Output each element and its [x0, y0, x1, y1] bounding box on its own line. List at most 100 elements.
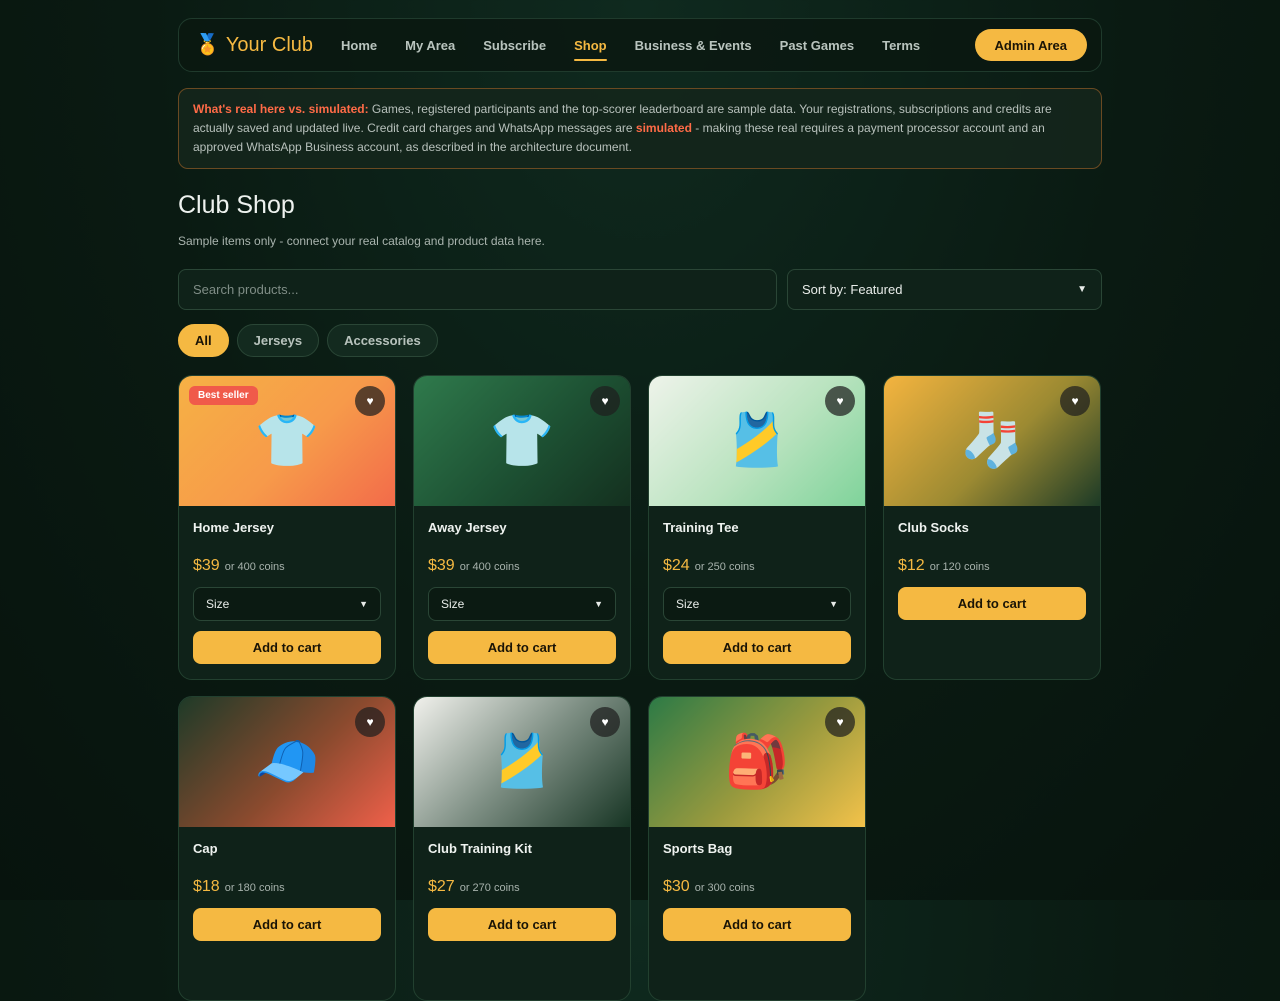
product-image[interactable]: 🧢 ♥ — [179, 697, 395, 827]
product-card: 🧢 ♥ Cap $18 or 180 coins Add to cart — [178, 696, 396, 1001]
product-name: Club Socks — [898, 520, 969, 535]
nav-my-area[interactable]: My Area — [391, 19, 469, 71]
chevron-down-icon: ▼ — [829, 599, 838, 609]
filter-all[interactable]: All — [178, 324, 229, 357]
product-info: Cap $18 or 180 coins Add to cart — [179, 827, 395, 941]
best-seller-badge: Best seller — [189, 386, 258, 405]
product-image[interactable]: 🎽 ♥ — [649, 376, 865, 506]
heart-icon[interactable]: ♥ — [825, 707, 855, 737]
search-input[interactable] — [178, 269, 777, 310]
add-to-cart-button[interactable]: Add to cart — [663, 908, 851, 941]
nav-terms[interactable]: Terms — [868, 19, 934, 71]
price-row: $39 or 400 coins — [193, 557, 381, 575]
admin-area-button[interactable]: Admin Area — [974, 29, 1087, 61]
nav-home[interactable]: Home — [327, 19, 391, 71]
search-row: Sort by: Featured ▼ — [178, 269, 1102, 310]
price-row: $27 or 270 coins — [428, 878, 616, 896]
brand[interactable]: 🏅 Your Club — [195, 34, 313, 57]
sort-value: Sort by: Featured — [802, 282, 903, 297]
nav-past-games[interactable]: Past Games — [766, 19, 868, 71]
product-name: Home Jersey — [193, 520, 274, 535]
product-image[interactable]: 👕 ♥ — [414, 376, 630, 506]
simulation-notice: What's real here vs. simulated: Games, r… — [178, 88, 1102, 169]
product-name: Sports Bag — [663, 841, 733, 856]
nav-subscribe[interactable]: Subscribe — [469, 19, 560, 71]
product-card: 🎒 ♥ Sports Bag $30 or 300 coins Add to cart — [648, 696, 866, 1001]
medal-icon: 🏅 — [195, 34, 220, 56]
size-select-value: Size — [206, 597, 230, 611]
product-info: Away Jersey $39 or 400 coins Size ▼ Add to ca… — [414, 506, 630, 664]
product-card: 👕 Best seller ♥ Home Jersey $39 or 400 coins S… — [178, 375, 396, 680]
page-title: Club Shop — [178, 191, 295, 219]
top-navigation-bar: 🏅 Your Club Home My Area Subscribe Shop … — [178, 18, 1102, 72]
product-coins: or 120 coins — [929, 561, 990, 573]
product-coins: or 300 coins — [694, 882, 755, 894]
product-info: Sports Bag $30 or 300 coins Add to cart — [649, 827, 865, 941]
product-coins: or 250 coins — [694, 561, 755, 573]
size-select[interactable]: Size ▼ — [428, 587, 616, 621]
product-info: Training Tee $24 or 250 coins Size ▼ Add to c… — [649, 506, 865, 664]
sort-select[interactable]: Sort by: Featured ▼ — [787, 269, 1102, 310]
product-price: $18 — [193, 878, 220, 895]
product-card: 🎽 ♥ Club Training Kit $27 or 270 coins Add to… — [413, 696, 631, 1001]
add-to-cart-button[interactable]: Add to cart — [193, 908, 381, 941]
price-row: $39 or 400 coins — [428, 557, 616, 575]
product-coins: or 400 coins — [459, 561, 520, 573]
product-coins: or 400 coins — [224, 561, 285, 573]
add-to-cart-button[interactable]: Add to cart — [898, 587, 1086, 620]
product-coins: or 180 coins — [224, 882, 285, 894]
product-price: $30 — [663, 878, 690, 895]
product-price: $27 — [428, 878, 455, 895]
heart-icon[interactable]: ♥ — [1060, 386, 1090, 416]
nav-shop[interactable]: Shop — [560, 19, 621, 71]
heart-icon[interactable]: ♥ — [590, 707, 620, 737]
price-row: $18 or 180 coins — [193, 878, 381, 896]
price-row: $30 or 300 coins — [663, 878, 851, 896]
product-name: Club Training Kit — [428, 841, 532, 856]
size-select-value: Size — [676, 597, 700, 611]
add-to-cart-button[interactable]: Add to cart — [428, 631, 616, 664]
product-info: Club Socks $12 or 120 coins Add to cart — [884, 506, 1100, 620]
product-name: Cap — [193, 841, 218, 856]
heart-icon[interactable]: ♥ — [825, 386, 855, 416]
filter-jerseys[interactable]: Jerseys — [236, 324, 320, 357]
product-image[interactable]: 👕 Best seller ♥ — [179, 376, 395, 506]
product-coins: or 270 coins — [459, 882, 520, 894]
heart-icon[interactable]: ♥ — [355, 707, 385, 737]
product-price: $39 — [428, 557, 455, 574]
heart-icon[interactable]: ♥ — [590, 386, 620, 416]
product-name: Training Tee — [663, 520, 739, 535]
product-emoji-icon: 🧦 — [959, 412, 1025, 470]
product-card: 🎽 ♥ Training Tee $24 or 250 coins Size ▼ Add to… — [648, 375, 866, 680]
product-image[interactable]: 🎽 ♥ — [414, 697, 630, 827]
product-image[interactable]: 🎒 ♥ — [649, 697, 865, 827]
price-row: $24 or 250 coins — [663, 557, 851, 575]
size-select[interactable]: Size ▼ — [663, 587, 851, 621]
main-nav: Home My Area Subscribe Shop Business & E… — [327, 19, 934, 71]
product-price: $39 — [193, 557, 220, 574]
filter-accessories[interactable]: Accessories — [327, 324, 438, 357]
size-select-value: Size — [441, 597, 465, 611]
size-select[interactable]: Size ▼ — [193, 587, 381, 621]
product-image[interactable]: 🧦 ♥ — [884, 376, 1100, 506]
product-emoji-icon: 🎽 — [489, 733, 555, 791]
add-to-cart-button[interactable]: Add to cart — [428, 908, 616, 941]
product-grid: 👕 Best seller ♥ Home Jersey $39 or 400 coins S… — [178, 375, 1102, 1001]
chevron-down-icon: ▼ — [594, 599, 603, 609]
nav-business-events[interactable]: Business & Events — [621, 19, 766, 71]
product-info: Club Training Kit $27 or 270 coins Add to c… — [414, 827, 630, 941]
chevron-down-icon: ▼ — [1077, 284, 1087, 295]
product-card: 🧦 ♥ Club Socks $12 or 120 coins Add to cart — [883, 375, 1101, 680]
product-emoji-icon: 🎽 — [724, 412, 790, 470]
page-subtitle: Sample items only - connect your real ca… — [178, 234, 545, 248]
brand-name: Your Club — [225, 33, 314, 56]
notice-highlight: simulated — [635, 121, 692, 135]
add-to-cart-button[interactable]: Add to cart — [193, 631, 381, 664]
product-emoji-icon: 👕 — [489, 412, 555, 470]
product-price: $12 — [898, 557, 925, 574]
product-emoji-icon: 🧢 — [254, 733, 320, 791]
product-card: 👕 ♥ Away Jersey $39 or 400 coins Size ▼ Add to … — [413, 375, 631, 680]
heart-icon[interactable]: ♥ — [355, 386, 385, 416]
add-to-cart-button[interactable]: Add to cart — [663, 631, 851, 664]
category-filters: All Jerseys Accessories — [178, 324, 1102, 357]
